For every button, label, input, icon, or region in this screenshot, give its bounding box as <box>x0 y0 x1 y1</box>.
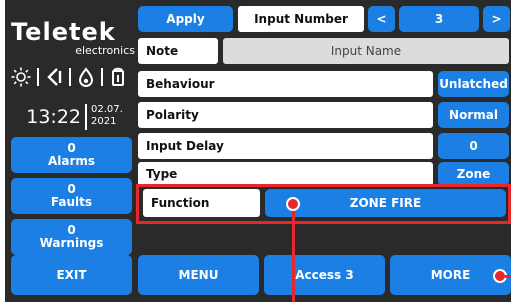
input-delay-label: Input Delay <box>138 133 433 159</box>
alarms-button[interactable]: 0 Alarms <box>11 137 132 173</box>
function-callout-line <box>292 203 295 302</box>
behaviour-value-button[interactable]: Unlatched <box>438 71 509 97</box>
separator <box>37 68 39 86</box>
panel-screen: Teletek electronics 13:22 02.07. 2021 0 … <box>5 0 511 302</box>
alarms-label: Alarms <box>47 154 96 168</box>
type-value-button[interactable]: Zone <box>438 162 509 186</box>
clock-separator <box>85 104 87 130</box>
note-label: Note <box>138 38 218 64</box>
brand-subtitle: electronics <box>75 44 135 57</box>
separator <box>101 68 103 86</box>
function-callout-dot <box>286 197 300 211</box>
input-number-value[interactable]: 3 <box>399 6 479 32</box>
type-label: Type <box>138 162 433 186</box>
more-callout-line <box>505 275 511 278</box>
input-number-label: Input Number <box>238 6 364 32</box>
polarity-label: Polarity <box>138 102 433 128</box>
clock-time: 13:22 <box>26 106 81 128</box>
input-delay-value-button[interactable]: 0 <box>438 133 509 159</box>
faults-label: Faults <box>50 195 93 209</box>
sun-icon <box>11 67 31 87</box>
chevron-left-icon: < <box>376 11 387 26</box>
note-input[interactable]: Input Name <box>223 38 509 64</box>
buzzer-icon <box>109 67 127 87</box>
chevron-right-icon: > <box>491 11 502 26</box>
warnings-button[interactable]: 0 Warnings <box>11 219 132 255</box>
brand-name: Teletek <box>11 18 116 46</box>
menu-button[interactable]: MENU <box>138 255 259 295</box>
clock-date-line2: 2021 <box>91 116 117 127</box>
warnings-label: Warnings <box>39 236 104 250</box>
behaviour-label: Behaviour <box>138 71 433 97</box>
speaker-mute-icon <box>45 67 63 87</box>
exit-button[interactable]: EXIT <box>11 255 132 295</box>
access-button[interactable]: Access 3 <box>264 255 385 295</box>
fire-drop-icon <box>77 67 95 87</box>
apply-button[interactable]: Apply <box>138 6 233 32</box>
separator <box>69 68 71 86</box>
next-input-button[interactable]: > <box>483 6 510 32</box>
teletek-logo: Teletek <box>11 20 135 44</box>
clock-date-line1: 02.07. <box>91 104 123 115</box>
polarity-value-button[interactable]: Normal <box>438 102 509 128</box>
prev-input-button[interactable]: < <box>368 6 395 32</box>
function-value-button[interactable]: ZONE FIRE <box>265 189 506 217</box>
status-icons <box>11 66 135 88</box>
faults-button[interactable]: 0 Faults <box>11 178 132 214</box>
function-label: Function <box>143 189 260 217</box>
